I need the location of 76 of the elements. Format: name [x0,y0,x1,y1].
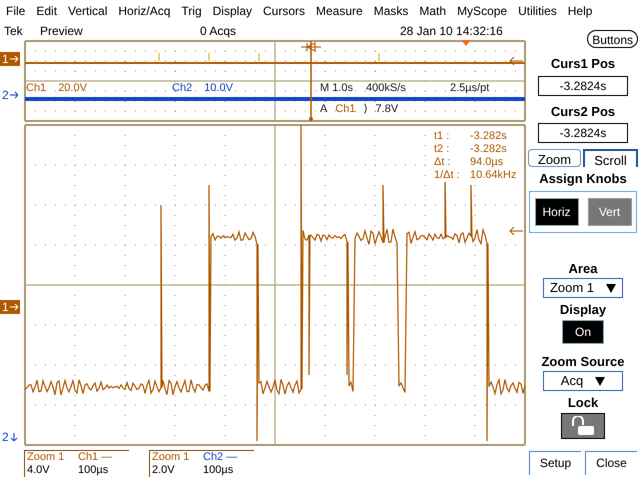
buttons-toggle[interactable]: Buttons [587,30,638,48]
arrow-right-icon [10,55,18,63]
channel-marker[interactable]: 1 [0,300,20,314]
channel-marker[interactable]: 2 [0,430,20,444]
zoom-source-title: Zoom Source [541,352,625,370]
menu-item[interactable]: MyScope [457,2,508,20]
volts-per-div: 2.0V [152,464,176,477]
menu-item[interactable]: Vertical [68,2,108,20]
menu-item[interactable]: Math [419,2,446,20]
cursor-position-title: Curs1 Pos [550,55,616,73]
cursor-position-field[interactable]: -3.2824s [538,76,628,96]
caret-icon [595,376,606,386]
arrow-right-icon [10,303,18,311]
acquisition-count: 0 Acqs [200,23,238,40]
display-title: Display [560,301,606,319]
menu-item[interactable]: Help [568,2,592,20]
channel-marker[interactable]: 2 [0,88,20,102]
cursor-readout-value: -3.282s [470,143,507,156]
cursor-position-title: Curs2 Pos [550,102,616,120]
channel-label: Ch1 [26,82,46,94]
menu-item[interactable]: File [6,2,26,20]
channel-label: Ch2 — [203,451,238,464]
cursor-position-field[interactable]: -3.2824s [538,123,628,143]
channel-label: Ch2 [172,82,192,94]
trigger-level: 7.8V [376,103,398,115]
trigger-mode: A [320,103,328,115]
volts-per-div: 4.0V [27,464,51,477]
footer-button[interactable]: Setup [529,450,581,474]
channel-scale: 20.0V [58,82,87,94]
trigger-source: Ch1 [335,103,356,115]
resolution-label: 2.5µs/pt [450,82,490,94]
time-per-div: 100µs [78,464,110,477]
menu-item[interactable]: Utilities [518,2,557,20]
area-title: Area [568,260,598,278]
channel-label: Ch1 — [78,451,114,464]
unlocked-padlock-icon [570,416,596,436]
date-time: 28 Jan 10 14:32:16 [400,23,503,40]
lock-button[interactable] [561,412,605,438]
zoom-label: Zoom 1 [27,451,66,464]
cursor-readout-value: -3.282s [470,130,507,143]
menu-item[interactable]: Display [212,2,252,20]
arrow-down-icon [10,433,18,441]
knob-button[interactable]: Horiz [534,198,578,226]
caret-icon [606,284,616,292]
menu-item[interactable]: Masks [374,2,408,20]
zoom-label: Zoom 1 [152,451,190,464]
channel-scale: 10.0V [204,82,233,94]
menu-item[interactable]: Trig [181,2,202,20]
menu-item[interactable]: Edit [36,2,58,20]
arrow-right-icon [10,91,18,99]
tab[interactable]: Scroll [583,149,638,167]
knob-button[interactable]: Vert [588,198,632,226]
footer-button[interactable]: Close [585,450,637,474]
cursor-readout-value: 94.0µs [470,156,504,169]
cursor-readout-label: t2 : [434,143,450,156]
cursor-readout-label: Δt : [434,156,452,169]
reference-arrow-icon [509,226,524,236]
mode-label: Preview [40,23,84,40]
menu-item[interactable]: Horiz/Acq [118,2,170,20]
brand-label: Tek [4,23,24,40]
lock-title: Lock [568,394,598,412]
menu-item[interactable]: Cursors [263,2,306,20]
menu-item[interactable]: Measure [316,2,363,20]
sample-rate-label: 400kS/s [366,82,407,94]
dropdown[interactable]: Acq [543,371,623,391]
cursor-readout-value: 10.64kHz [470,169,516,182]
trigger-slope: ⟩ [364,103,368,115]
assign-knobs-title: Assign Knobs [539,170,627,188]
tab[interactable]: Zoom [528,149,581,167]
time-per-div: 100µs [203,464,234,477]
channel-marker[interactable]: 1 [0,52,20,66]
cursor-readout-label: t1 : [434,130,450,143]
cursor-readout-label: 1/Δt : [434,169,461,182]
dropdown[interactable]: Zoom 1 [543,278,623,298]
display-toggle[interactable]: On [562,320,604,344]
timebase-label: M 1.0s [320,82,354,94]
